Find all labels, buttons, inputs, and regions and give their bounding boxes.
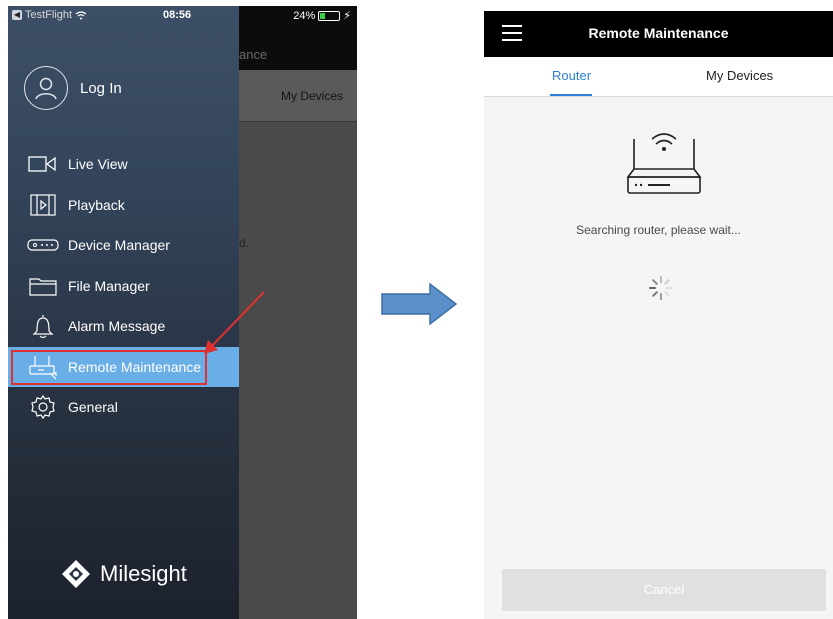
page-title: Remote Maintenance	[588, 25, 729, 41]
background-tab-my-devices: My Devices	[280, 89, 343, 103]
transition-arrow	[381, 282, 458, 326]
carrier-label: TestFlight	[25, 9, 73, 21]
status-bar-battery: 24% ⚡︎	[293, 9, 351, 23]
back-to-app-icon[interactable]: ◀	[12, 10, 22, 20]
status-bar-carrier: ◀ TestFlight	[12, 9, 87, 21]
menu-label: Remote Maintenance	[68, 358, 202, 375]
menu-label: General	[68, 399, 118, 416]
playback-icon	[26, 193, 60, 217]
battery-icon	[318, 10, 341, 21]
menu-item-live-view[interactable]: Live View	[8, 144, 239, 185]
router-illustration-icon	[626, 133, 702, 194]
background-body-text: d.	[239, 236, 250, 250]
status-bar: ◀ TestFlight 08:56 24% ⚡︎	[8, 6, 357, 26]
login-row[interactable]: Log In	[24, 66, 122, 110]
menu-label: Alarm Message	[68, 318, 166, 335]
milesight-logo-icon	[62, 560, 90, 588]
menu-label: Playback	[68, 196, 125, 213]
tutorial-canvas: ance My Devices d. Log In Live View Play…	[0, 0, 833, 619]
tab-router[interactable]: Router	[552, 68, 591, 83]
battery-percent: 24%	[293, 9, 316, 22]
right-phone-screenshot: Remote Maintenance Router My Devices Sea…	[484, 11, 833, 619]
menu-item-general[interactable]: General	[8, 387, 239, 428]
user-avatar-icon	[24, 66, 68, 110]
charging-icon: ⚡︎	[343, 10, 351, 22]
left-phone-screenshot: ance My Devices d. Log In Live View Play…	[8, 6, 357, 619]
tab-my-devices[interactable]: My Devices	[706, 68, 773, 83]
search-status-text: Searching router, please wait...	[576, 223, 741, 237]
wifi-icon	[75, 10, 87, 19]
background-header-text: ance	[239, 47, 268, 62]
camera-icon	[26, 152, 60, 176]
annotation-arrow	[204, 291, 265, 354]
folder-icon	[26, 274, 60, 298]
menu-item-device-manager[interactable]: Device Manager	[8, 225, 239, 266]
menu-item-playback[interactable]: Playback	[8, 185, 239, 226]
login-label: Log In	[80, 79, 122, 97]
tab-bar: Router My Devices	[484, 57, 833, 97]
cancel-button[interactable]: Cancel	[502, 569, 826, 611]
status-bar-time: 08:56	[163, 9, 192, 21]
loading-spinner-icon	[649, 276, 673, 300]
menu-label: Live View	[68, 156, 128, 173]
active-tab-indicator	[550, 94, 592, 96]
brand-logo: Milesight	[60, 558, 187, 590]
bell-icon	[26, 314, 60, 339]
device-manager-icon	[26, 233, 60, 257]
menu-label: Device Manager	[68, 237, 170, 254]
gear-icon	[26, 395, 60, 420]
background-tab-bar: My Devices	[239, 70, 357, 122]
brand-name: Milesight	[100, 561, 187, 586]
router-icon	[26, 355, 60, 380]
app-header: Remote Maintenance	[484, 11, 833, 57]
menu-label: File Manager	[68, 277, 150, 294]
